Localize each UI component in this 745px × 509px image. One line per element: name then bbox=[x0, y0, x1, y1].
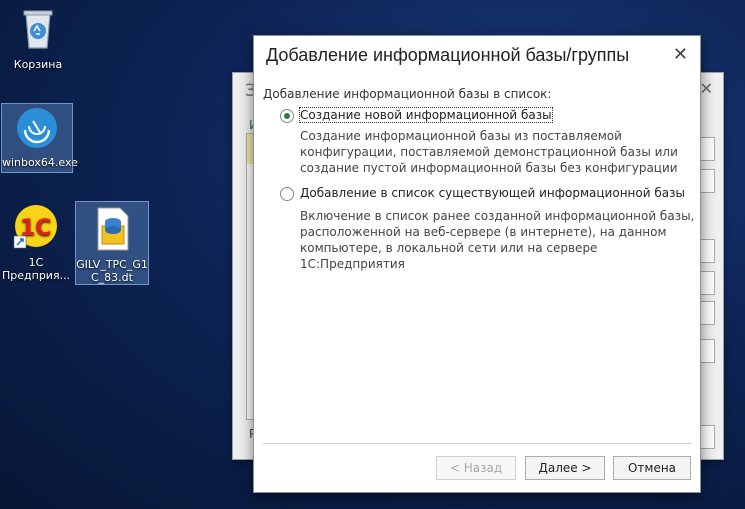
desktop-icon-dt-file[interactable]: GILV_TPC_G1C_83.dt bbox=[75, 201, 149, 285]
option-create-new-label[interactable]: Создание новой информационной базы bbox=[299, 107, 553, 123]
dt-file-icon bbox=[97, 207, 129, 251]
radio-create-new[interactable] bbox=[280, 109, 294, 123]
close-icon[interactable]: ✕ bbox=[700, 79, 713, 98]
back-button[interactable]: < Назад bbox=[436, 456, 516, 480]
section-label: Добавление информационной базы в список: bbox=[263, 87, 552, 101]
recycle-bin-icon bbox=[23, 10, 53, 49]
winbox-icon bbox=[17, 108, 57, 148]
divider bbox=[263, 443, 691, 444]
option-add-existing-description: Включение в список ранее созданной инфор… bbox=[300, 209, 695, 271]
radio-add-existing[interactable] bbox=[280, 187, 294, 201]
close-icon[interactable]: ✕ bbox=[673, 44, 688, 65]
add-infobase-dialog: Добавление информационной базы/группы ✕ … bbox=[253, 35, 701, 493]
option-add-existing-label[interactable]: Добавление в список существующей информа… bbox=[300, 186, 685, 200]
desktop-icon-label: GILV_TPC_G1C_83.dt bbox=[76, 258, 148, 284]
onec-logo-icon: 1С bbox=[13, 205, 57, 249]
next-button[interactable]: Далее > bbox=[525, 456, 605, 480]
desktop-icon-recycle-bin[interactable]: Корзина bbox=[8, 6, 68, 71]
cancel-button[interactable]: Отмена bbox=[613, 456, 691, 480]
desktop-icon-label: Корзина bbox=[13, 58, 63, 71]
desktop-icon-winbox[interactable]: winbox64.exe bbox=[1, 103, 78, 173]
desktop-icon-label: winbox64.exe bbox=[2, 156, 78, 169]
desktop-icon-1c[interactable]: 1С 1C Предприя... bbox=[2, 204, 70, 282]
dialog-title: Добавление информационной базы/группы bbox=[266, 45, 630, 65]
option-create-new-description: Создание информационной базы из поставля… bbox=[300, 129, 678, 175]
desktop-icon-label: 1C Предприя... bbox=[2, 256, 71, 282]
